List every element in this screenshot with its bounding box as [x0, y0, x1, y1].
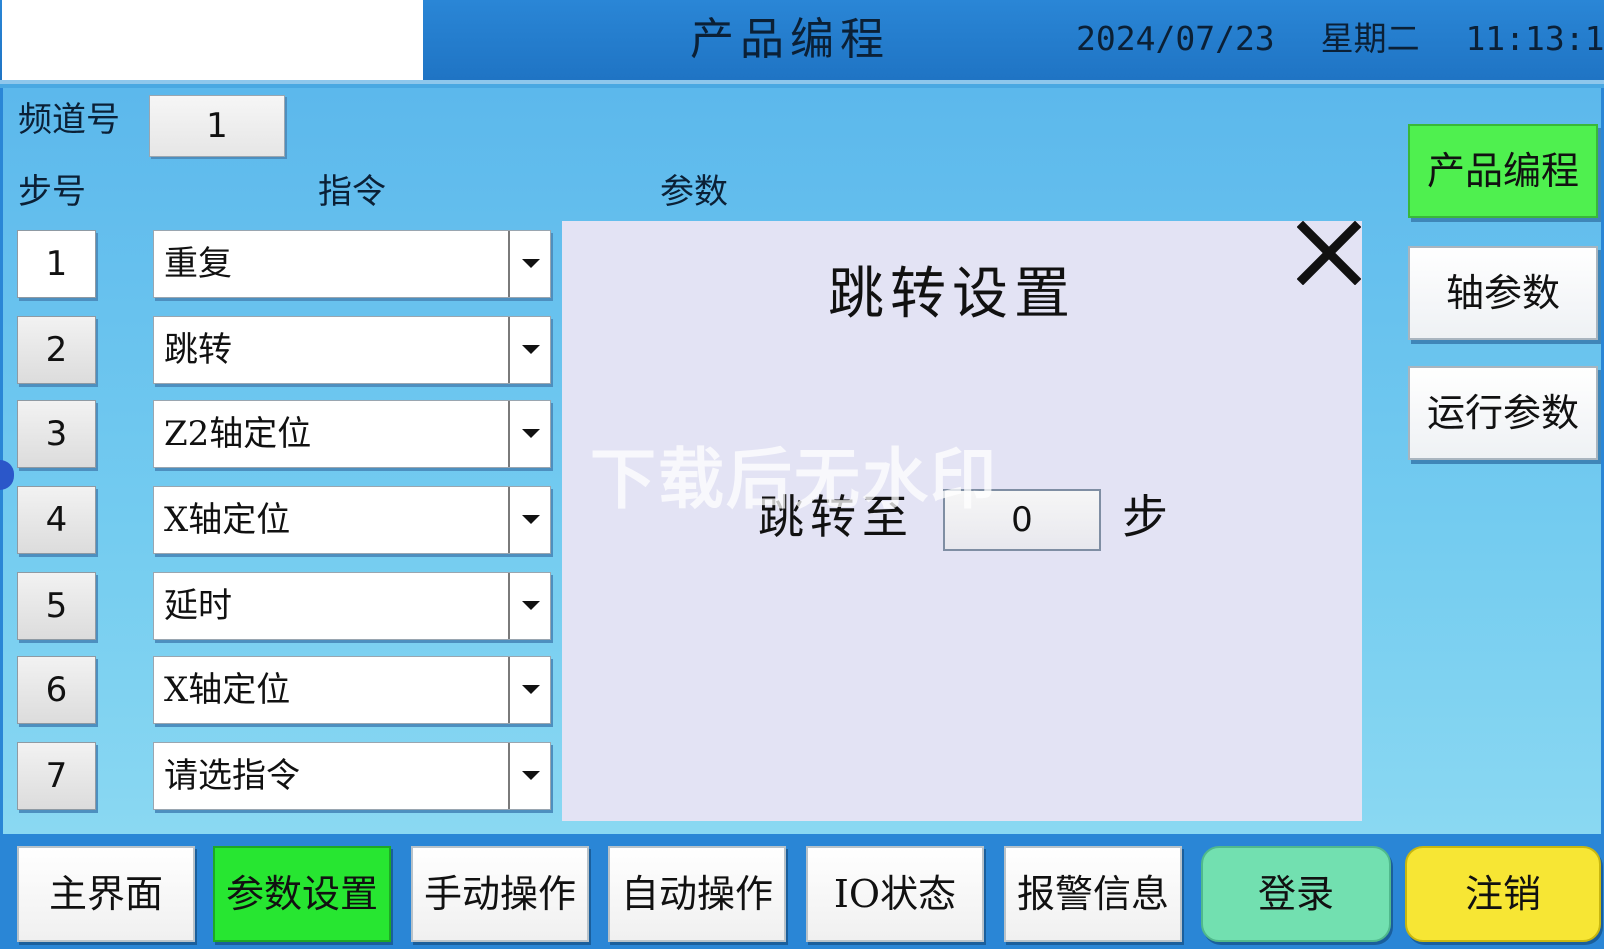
nav-button-main[interactable]: 主界面	[17, 846, 195, 942]
close-icon[interactable]	[1297, 221, 1361, 285]
chevron-down-icon[interactable]	[508, 573, 550, 639]
dialog-title: 跳转设置	[828, 262, 1076, 327]
nav-button-io-status[interactable]: IO状态	[806, 846, 984, 942]
step-number-7[interactable]: 7	[17, 742, 96, 810]
command-select-6[interactable]: X轴定位	[153, 656, 551, 724]
command-select-2[interactable]: 跳转	[153, 316, 551, 384]
nav-button-alarm[interactable]: 报警信息	[1004, 846, 1182, 942]
logo-area	[2, 0, 423, 80]
command-select-4[interactable]: X轴定位	[153, 486, 551, 554]
chevron-down-icon[interactable]	[508, 743, 550, 809]
page-title: 产品编程	[690, 14, 890, 65]
command-select-3[interactable]: Z2轴定位	[153, 400, 551, 468]
command-value: Z2轴定位	[164, 414, 312, 454]
command-select-5[interactable]: 延时	[153, 572, 551, 640]
nav-button-manual[interactable]: 手动操作	[411, 846, 589, 942]
time-text: 11:13:12	[1465, 19, 1604, 58]
side-button-axis-params[interactable]: 轴参数	[1408, 246, 1598, 340]
step-number-4[interactable]: 4	[17, 486, 96, 554]
jump-settings-dialog: 跳转设置 跳转至 0 步 下载后无水印	[562, 221, 1362, 821]
step-number-1[interactable]: 1	[17, 230, 96, 298]
step-number-3[interactable]: 3	[17, 400, 96, 468]
weekday-text: 星期二	[1320, 19, 1420, 58]
logout-button[interactable]: 注销	[1405, 846, 1601, 942]
hmi-screen: 产品编程 2024/07/23 星期二 11:13:12 频道号 1 步号 指令…	[0, 0, 1604, 949]
command-column-header: 指令	[318, 172, 386, 212]
step-number-2[interactable]: 2	[17, 316, 96, 384]
command-select-7[interactable]: 请选指令	[153, 742, 551, 810]
command-value: 请选指令	[164, 756, 300, 796]
jump-unit-label: 步	[1122, 490, 1168, 544]
chevron-down-icon[interactable]	[508, 657, 550, 723]
command-value: X轴定位	[164, 500, 291, 540]
channel-label: 频道号	[18, 100, 120, 140]
chevron-down-icon[interactable]	[508, 317, 550, 383]
step-number-5[interactable]: 5	[17, 572, 96, 640]
header-bar: 产品编程 2024/07/23 星期二 11:13:12	[0, 0, 1604, 84]
command-select-1[interactable]: 重复	[153, 230, 551, 298]
login-button[interactable]: 登录	[1201, 846, 1391, 942]
command-value: 重复	[164, 244, 232, 284]
chevron-down-icon[interactable]	[508, 487, 550, 553]
chevron-down-icon[interactable]	[508, 231, 550, 297]
datetime-display: 2024/07/23 星期二 11:13:12	[1076, 14, 1604, 64]
side-button-run-params[interactable]: 运行参数	[1408, 366, 1598, 460]
nav-button-param-settings[interactable]: 参数设置	[213, 846, 391, 942]
side-button-product-programming[interactable]: 产品编程	[1408, 124, 1598, 218]
channel-input[interactable]: 1	[149, 95, 285, 157]
chevron-down-icon[interactable]	[508, 401, 550, 467]
step-column-header: 步号	[18, 172, 86, 212]
command-value: X轴定位	[164, 670, 291, 710]
date-text: 2024/07/23	[1076, 19, 1275, 58]
step-number-6[interactable]: 6	[17, 656, 96, 724]
command-value: 跳转	[164, 330, 232, 370]
param-column-header: 参数	[660, 172, 728, 212]
command-value: 延时	[164, 586, 232, 626]
nav-button-auto[interactable]: 自动操作	[608, 846, 786, 942]
watermark-text: 下载后无水印	[590, 441, 998, 518]
